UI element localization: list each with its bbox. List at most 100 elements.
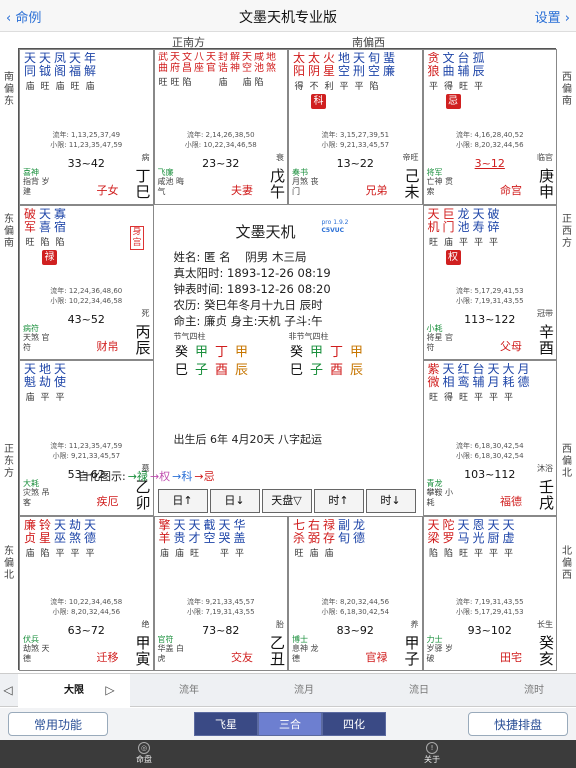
star-name: 年解 [83,52,96,78]
transformation-badge: 禄 [42,249,57,265]
next-arrow[interactable]: ▷ [102,674,118,707]
period-tab[interactable]: 流时 [478,674,576,707]
palace-cell[interactable]: 天机旺巨门庙龙池平天寿平破碎平权流年: 5,17,29,41,53 小限: 7,1… [422,204,557,360]
flow-year-line: 流年: 5,17,29,41,53 [455,286,524,295]
star-list: 武曲旺天府旺文昌陷八座 天官 封诰庙解神 天空庙咸池陷地煞 [158,52,285,96]
palace-name: 财帛 [96,339,119,353]
life-stage: 帝旺 [402,153,419,162]
star-brightness: 平 [488,393,498,403]
time-adjust-button[interactable]: 日↓ [209,488,260,513]
palace-cell[interactable]: 武曲旺天府旺文昌陷八座 天官 封诰庙解神 天空庙咸池陷地煞 流年: 2,14,26,38… [153,49,288,205]
flow-years: 流年: 9,21,33,45,57 小限: 7,19,31,43,55 [155,597,288,617]
star: 月德 [517,363,531,390]
palace-cell[interactable]: 擎羊庙天贵庙天才旺截空 天哭平华盖平流年: 9,21,33,45,57 小限: 7,… [153,515,288,671]
star-name: 紫微 [427,363,440,389]
star-brightness: 旺 [458,548,468,559]
star: 天马旺 [457,519,471,559]
bazi-pillar-char: 癸 [289,344,303,360]
direction-label: 西偏北 [562,444,572,479]
time-adjust-button[interactable]: 时↑ [313,488,364,513]
time-adjust-button[interactable]: 时↓ [365,488,416,513]
palace-cell[interactable]: 紫微旺天相得红鸾旺台辅平天月平大耗平月德 流年: 6,18,30,42,54 小限:… [422,360,557,516]
flow-year-line: 流年: 6,18,30,42,54 [455,442,524,450]
common-functions-button[interactable]: 常用功能 [8,712,108,736]
version-number: pro 1.9.2 [321,218,349,226]
star-brightness: 得 [443,393,453,403]
star-name: 天虚 [502,518,515,545]
life-stage: 临官 [537,153,553,162]
legend-label: 自化图示: [78,470,126,483]
flow-years: 流年: 7,19,31,43,55 小限: 5,17,29,41,53 [424,597,557,617]
quick-chart-button[interactable]: 快捷排盘 [468,712,568,736]
palace-cell[interactable]: 太阳得太阴不火星利地空平天刑平旬空陷蜚廉科流年: 3,15,27,39,51 小限… [288,49,423,205]
star: 天空庙 [242,52,253,88]
star: 天寿平 [472,208,486,248]
palace-name: 疾厄 [96,495,119,508]
star: 铃星陷 [38,519,52,559]
life-stage: 养 [410,619,419,629]
star-brightness: 平 [70,548,80,559]
feixing-tab[interactable]: 飞星 [194,712,258,736]
tab-chart[interactable]: ◎ 命盘 [124,742,164,765]
stem-branch: 辛酉 [539,322,555,357]
life-stage: 沐浴 [537,464,553,473]
pillar-labels: 节气四柱 非节气四柱 [174,331,404,342]
star-name: 龙池 [457,207,470,234]
star-name: 天寿 [472,207,485,234]
star-brightness: 陷 [182,78,192,88]
life-stage: 衰 [276,153,284,162]
palace-cell[interactable]: 廉贞庙铃星陷天巫平劫煞平天德平流年: 10,22,34,46,58 小限: 8,2… [19,515,154,671]
time-adjust-button[interactable]: 日↑ [157,488,208,513]
bazi-pillar-char: 甲 [349,344,363,360]
decade-range: 93~102 [467,623,512,637]
palace-cell[interactable]: 贪狼平文曲得台辅旺孤辰平忌流年: 4,16,28,40,52 小限: 8,20,3… [422,49,557,205]
star: 天哭平 [218,519,232,559]
star-name: 台辅 [457,52,470,78]
decade-range: 63~72 [67,623,105,637]
palace-name: 田宅 [500,650,522,664]
star: 地劫平 [38,363,52,403]
star-name: 文曲 [442,52,455,78]
palace-name: 福德 [500,495,522,508]
star-list: 天同庙天钺旺凤阁庙天福旺年解庙 [23,52,150,96]
star-name: 天才 [188,518,201,545]
period-tab[interactable]: 流年 [133,674,245,707]
star: 地空平 [337,52,351,92]
star-brightness: 利 [324,82,334,92]
period-tab[interactable]: 流日 [363,674,475,707]
star: 天虚平 [502,519,516,559]
sanhe-tab[interactable]: 三合 [258,712,322,736]
prev-arrow[interactable]: ◁ [0,674,16,707]
flow-years: 流年: 5,17,29,41,53 小限: 7,19,31,43,55 [424,286,557,306]
star: 天府旺 [170,52,181,88]
year-stars: 岁驿 岁破 [426,643,454,663]
star: 天官 [206,52,217,75]
life-stage: 长生 [537,619,553,629]
star: 天福旺 [68,52,82,92]
palace-cell[interactable]: 天魁庙地劫平天使平流年: 11,23,35,47,59 小限: 9,21,33,4… [19,360,154,516]
star-brightness: 庙 [25,82,35,92]
star-name: 天使 [53,363,66,389]
bazi-pillar-char: 丁 [214,344,228,360]
period-tab[interactable]: 流月 [248,674,360,707]
decade-range: 13~22 [336,157,374,170]
small-limit-line: 小限: 10,22,34,46,58 [184,141,257,149]
palace-cell[interactable]: 天梁陷陀罗陷天马旺恩光平天厨平天虚平流年: 7,19,31,43,55 小限: 5… [422,515,557,671]
palace-cell[interactable]: 破军旺天喜陷寡宿陷禄身宫 流年: 12,24,36,48,60 小限: 10,22,… [19,204,154,360]
settings-button[interactable]: 设置 › [535,7,570,26]
flow-years: 流年: 12,24,36,48,60 小限: 10,22,34,46,58 [20,286,153,306]
star-brightness: 平 [473,237,483,248]
star-brightness: 平 [40,393,50,403]
year-stars: 华盖 白虎 [157,643,185,663]
palace-name: 官禄 [365,650,388,664]
tab-about[interactable]: ! 关于 [412,742,452,765]
direction-label: 西偏南 [562,72,572,107]
decade-range: 103~112 [464,468,516,481]
palace-cell[interactable]: 七杀旺右弼庙禄存庙副旬 龙德 流年: 8,20,32,44,56 小限: 6,18,3… [288,515,423,671]
sihua-tab[interactable]: 四化 [322,712,386,736]
time-adjust-button[interactable]: 天盘▽ [261,488,312,513]
star-brightness: 旺 [458,82,468,92]
palace-cell[interactable]: 天同庙天钺旺凤阁庙天福旺年解庙流年: 1,13,25,37,49 小限: 11,2… [19,49,154,205]
star-name: 地空 [337,52,350,78]
birth-info: 姓名: 匿 名 阴男 木三局 真太阳时: 1893-12-26 08:19 钟表… [173,249,331,328]
